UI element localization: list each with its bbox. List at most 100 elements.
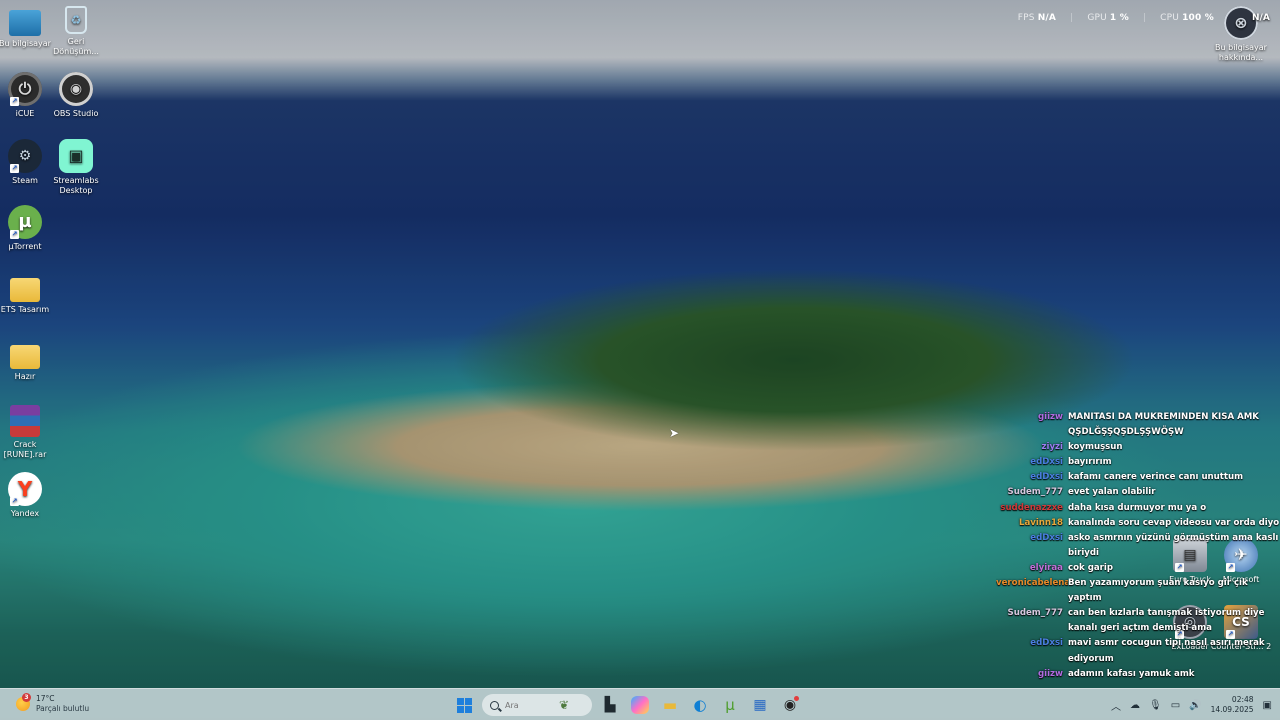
notification-bell-icon[interactable]: ▣ xyxy=(1263,700,1272,711)
chat-username: suddenazzxe xyxy=(1000,502,1063,513)
task-view-icon: ▙ xyxy=(604,697,616,713)
mouse-cursor-icon: ➤ xyxy=(669,426,680,440)
streamlabs-icon: ▣ xyxy=(59,139,93,173)
network-icon[interactable]: ▭ xyxy=(1171,700,1180,711)
edge-icon: ◐ xyxy=(693,696,707,714)
chat-message: giizw adamın kafası yamuk amk xyxy=(996,667,1280,682)
chat-message: suddenazzxe daha kısa durmuyor mu ya o xyxy=(996,501,1280,516)
microphone-icon[interactable]: 🎙 xyxy=(1149,700,1162,711)
obs-icon: ◉ xyxy=(59,72,93,106)
chat-message: Sudem_777 can ben kızlarla tanışmak istiy… xyxy=(996,606,1280,636)
utorrent-taskbar-button[interactable]: µ xyxy=(718,693,742,717)
gpu-stat: GPU 1 % xyxy=(1087,13,1129,23)
copilot-button[interactable] xyxy=(631,696,649,714)
chat-message: edDxsi mavi asmr cocugun tipi nasıl asırı… xyxy=(996,636,1280,666)
stream-chat-overlay: giizw MANITASI DA MUKREMINDEN KISA AMK QŞ… xyxy=(996,410,1280,682)
sun-cloud-icon: 3 xyxy=(16,693,31,711)
search-icon xyxy=(490,700,499,710)
folder-icon xyxy=(10,278,40,302)
chat-message: giizw MANITASI DA MUKREMINDEN KISA AMK QŞ… xyxy=(996,410,1280,440)
chat-text: bayırırım xyxy=(1068,457,1112,468)
clock[interactable]: 02:48 14.09.2025 xyxy=(1211,695,1254,715)
chat-message: veronicabelenay Ben yazamıyorum şuan kası… xyxy=(996,576,1280,606)
chat-text: daha kısa durmuyor mu ya o xyxy=(1068,502,1207,513)
desktop-icon-folder-hazir[interactable]: Hazır xyxy=(0,339,57,382)
chat-username: edDxsi xyxy=(1030,472,1063,483)
chat-username: Sudem_777 xyxy=(1007,487,1063,498)
chat-username: ziyzi xyxy=(1041,442,1064,453)
taskbar-apps: ❦ ▙ ▬ ◐ µ ▦ ◉ xyxy=(452,693,802,717)
start-button[interactable] xyxy=(452,693,476,717)
chat-text: kanalında soru cevap videosu var orda di… xyxy=(1068,517,1280,528)
utorrent-icon: µ xyxy=(725,696,735,714)
clock-date: 14.09.2025 xyxy=(1210,705,1254,714)
store-button[interactable]: ▦ xyxy=(748,693,772,717)
desktop-icon-streamlabs[interactable]: ▣ Streamlabs Desktop xyxy=(44,139,108,196)
taskbar: 3 17°C Parçalı bulutlu ❦ ▙ ▬ ◐ µ ▦ ◉ ︿ ☁… xyxy=(0,688,1280,720)
chat-text: koymuşsun xyxy=(1068,442,1123,453)
chat-text: can ben kızlarla tanışmak istiyorum diye… xyxy=(1068,608,1265,634)
chat-text: asko asmrnın yüzünü görmüştüm ama kaslı … xyxy=(1068,532,1279,558)
weather-desc: Parçalı bulutlu xyxy=(36,704,90,713)
folder-icon: ▬ xyxy=(662,696,678,714)
chat-message: Sudem_777 evet yalan olabilir xyxy=(996,485,1280,500)
chat-username: giizw xyxy=(1038,412,1063,422)
obs-taskbar-button[interactable]: ◉ xyxy=(778,693,802,717)
desktop-icon-crack-rar[interactable]: Crack [RUNE].rar xyxy=(0,405,57,460)
chat-username: Lavinn18 xyxy=(1018,517,1063,528)
desktop-icon-folder-ets[interactable]: ETS Tasarım xyxy=(0,272,57,315)
windows-logo-icon xyxy=(456,697,472,713)
chat-message: Lavinn18 kanalında soru cevap videosu var… xyxy=(996,516,1280,531)
chat-text: mavi asmr cocugun tipi nasıl asırı merak… xyxy=(1068,638,1265,664)
task-view-button[interactable]: ▙ xyxy=(598,693,622,717)
chat-message: edDxsi kafamı canere verince canı unuttum xyxy=(996,470,1280,485)
weather-widget[interactable]: 3 17°C Parçalı bulutlu xyxy=(16,693,90,714)
folder-icon xyxy=(10,345,40,369)
performance-overlay: FPS N/A | GPU 1 % | CPU 100 % xyxy=(1017,13,1214,23)
yandex-icon: Y xyxy=(8,472,42,506)
search-highlight-icon: ❦ xyxy=(559,698,570,712)
fps-stat: FPS N/A xyxy=(1017,13,1057,23)
extra-stat: N/A xyxy=(1252,13,1270,23)
store-icon: ▦ xyxy=(753,697,767,713)
chat-username: edDxsi xyxy=(1030,638,1063,649)
notification-badge: 3 xyxy=(22,693,31,702)
chat-username: veronicabelenay xyxy=(996,578,1068,589)
winrar-icon xyxy=(10,405,40,437)
edge-button[interactable]: ◐ xyxy=(688,693,712,717)
chat-message: edDxsi asko asmrnın yüzünü görmüştüm ama … xyxy=(996,531,1280,561)
chat-username: Sudem_777 xyxy=(1007,608,1063,619)
chat-text: Ben yazamıyorum şuan kasıyo gir çık yapt… xyxy=(1068,578,1248,604)
desktop-icon-obs[interactable]: ◉ OBS Studio xyxy=(44,72,108,119)
desktop-icon-utorrent[interactable]: µ µTorrent xyxy=(0,205,57,252)
utorrent-icon: µ xyxy=(8,205,42,239)
chat-message: edDxsi bayırırım xyxy=(996,455,1280,470)
chat-text: evet yalan olabilir xyxy=(1068,487,1156,498)
desktop-icon-recycle-bin[interactable]: ♻ Geri Dönüşüm... xyxy=(44,6,108,57)
chat-text: cok garip xyxy=(1068,562,1113,573)
clock-time: 02:48 xyxy=(1231,695,1254,704)
recycle-bin-icon: ♻ xyxy=(65,6,87,34)
system-tray: ︿ ☁ 🎙 ▭ 🔊 02:48 14.09.2025 ▣ xyxy=(1111,693,1272,717)
chat-username: giizw xyxy=(1038,668,1063,679)
chat-text: adamın kafası yamuk amk xyxy=(1068,668,1195,679)
file-explorer-button[interactable]: ▬ xyxy=(658,693,682,717)
desktop-icon-yandex[interactable]: Y Yandex xyxy=(0,472,57,519)
taskbar-search[interactable]: ❦ xyxy=(482,694,592,716)
cloud-icon[interactable]: ☁ xyxy=(1130,700,1140,711)
icue-icon: ⏻ xyxy=(8,72,42,106)
chat-text: kafamı canere verince canı unuttum xyxy=(1068,472,1244,483)
chat-message: ziyzi koymuşsun xyxy=(996,440,1280,455)
chat-message: elyiraa cok garip xyxy=(996,561,1280,576)
computer-icon xyxy=(9,10,41,36)
chat-username: edDxsi xyxy=(1030,457,1063,468)
chat-text: MANITASI DA MUKREMINDEN KISA AMK QŞDLĞŞŞ… xyxy=(1068,412,1259,438)
info-icon: ⊗ xyxy=(1224,6,1258,40)
volume-icon[interactable]: 🔊 xyxy=(1189,700,1201,711)
weather-temp: 17°C xyxy=(36,694,55,703)
chevron-up-icon[interactable]: ︿ xyxy=(1111,698,1121,713)
chat-username: elyiraa xyxy=(1029,562,1063,573)
cpu-stat: CPU 100 % xyxy=(1160,13,1214,23)
steam-icon: ⚙ xyxy=(8,139,42,173)
obs-icon: ◉ xyxy=(783,697,797,713)
